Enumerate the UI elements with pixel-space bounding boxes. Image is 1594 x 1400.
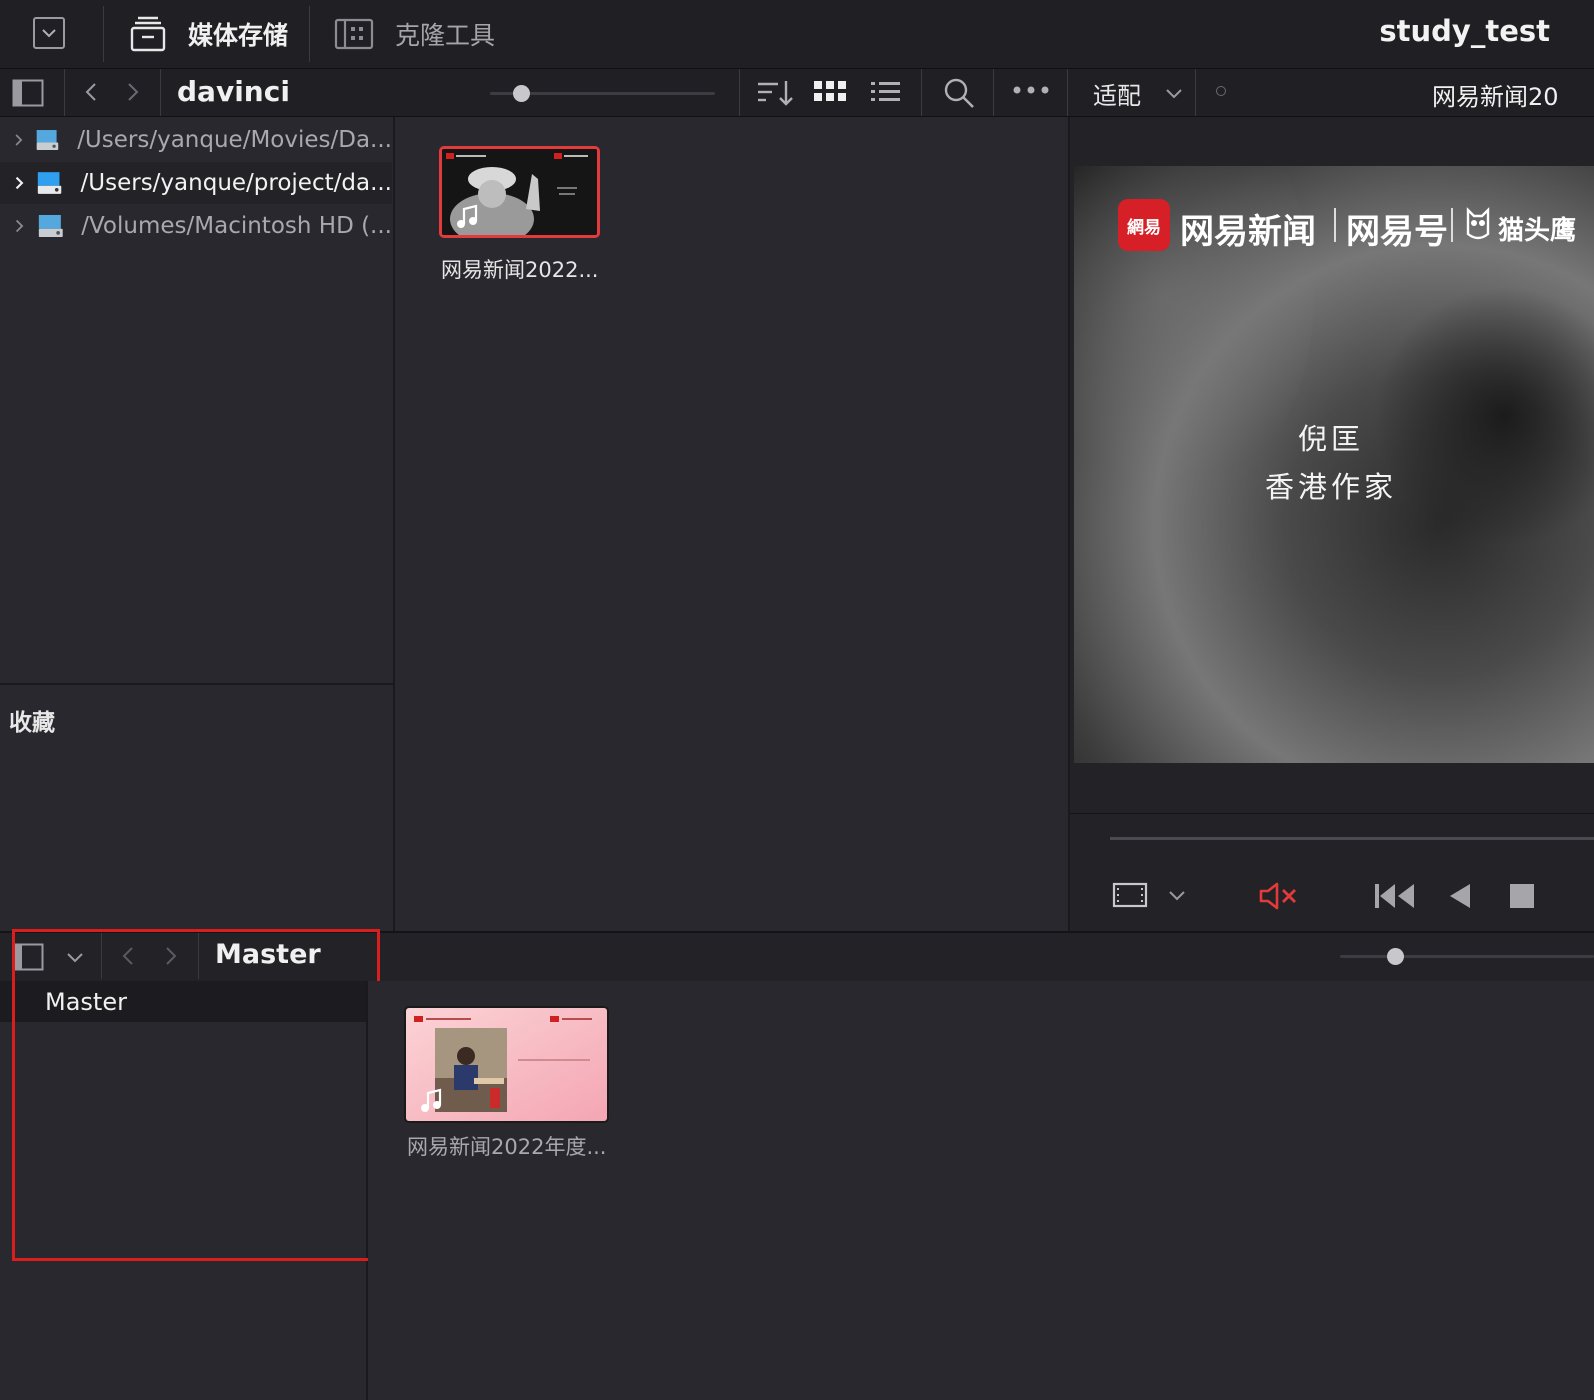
location-item[interactable]: /Volumes/Macintosh HD (... <box>0 205 392 247</box>
more-options-button[interactable] <box>1011 83 1051 97</box>
audio-note-icon <box>457 204 478 228</box>
media-clip-name: 网易新闻2022... <box>441 258 599 282</box>
highlight-box <box>12 929 380 1261</box>
media-storage-tab[interactable]: 媒体存储 <box>128 14 288 54</box>
viewer-scrubber[interactable] <box>1110 837 1594 840</box>
pool-thumbnail-size-slider[interactable] <box>1340 947 1594 965</box>
location-item[interactable]: /Users/yanque/Movies/Da... <box>0 119 392 161</box>
location-path: /Volumes/Macintosh HD (... <box>81 213 392 239</box>
clip-mode-dropdown[interactable] <box>1112 881 1190 909</box>
chevron-left-icon <box>85 83 96 101</box>
nav-forward-button[interactable] <box>122 79 144 105</box>
top-bar: 媒体存储 克隆工具 study_test <box>0 0 1594 69</box>
favorites-heading: 收藏 <box>9 710 55 736</box>
fit-zoom-dropdown[interactable]: 适配 <box>1093 75 1187 111</box>
chevron-right-icon[interactable] <box>12 130 25 150</box>
skip-to-start-icon <box>1375 884 1414 908</box>
slider-knob[interactable] <box>513 85 530 102</box>
list-view-icon <box>871 82 900 101</box>
pool-clip-thumbnail[interactable] <box>404 1006 609 1123</box>
owl-logo-text: 猫头鹰 <box>1498 216 1577 246</box>
sort-icon <box>758 81 793 106</box>
status-dot <box>1216 86 1226 96</box>
play-reverse-icon <box>1450 884 1470 908</box>
stop-button[interactable] <box>1508 883 1536 909</box>
media-pool-clips: 网易新闻2022年度... <box>368 981 1594 1400</box>
subtitle-name: 倪匡 <box>1297 422 1364 456</box>
chevron-down-icon <box>1166 89 1182 99</box>
workspace-dropdown-button[interactable] <box>33 17 65 49</box>
media-storage-label: 媒体存储 <box>188 21 289 50</box>
nav-back-button[interactable] <box>80 79 102 105</box>
list-view-button[interactable] <box>870 79 902 105</box>
mute-button[interactable] <box>1258 881 1300 911</box>
viewer-clip-title: 网易新闻20 <box>1432 83 1559 111</box>
browser-toolbar: davinci 适配 网易新闻20 <box>0 69 1594 117</box>
news-logo-text: 网易新闻 <box>1180 212 1316 252</box>
more-icon <box>1013 86 1049 94</box>
media-clip-thumbnail[interactable] <box>439 146 600 238</box>
viewer-panel: 網易 网易新闻 网易号 猫头鹰 倪匡 香港作家 <box>1068 117 1594 931</box>
location-path: /Users/yanque/project/da... <box>80 170 392 196</box>
thumbnail-size-slider[interactable] <box>490 84 715 102</box>
muted-speaker-icon <box>1259 882 1296 910</box>
stop-icon <box>1510 884 1534 908</box>
news-logo-badge: 網易 <box>1118 199 1170 251</box>
drive-icon <box>38 172 62 194</box>
chevron-right-icon <box>128 83 139 101</box>
location-item[interactable]: /Users/yanque/project/da... <box>0 162 392 204</box>
news-hao-text: 网易号 <box>1346 212 1448 252</box>
audio-note-icon <box>421 1088 442 1112</box>
sort-button[interactable] <box>756 78 794 108</box>
sidebar-toggle-icon <box>12 79 44 107</box>
chevron-down-icon <box>42 29 56 38</box>
fit-zoom-label: 适配 <box>1093 81 1141 110</box>
drive-icon <box>36 130 59 150</box>
subtitle-title: 香港作家 <box>1264 470 1397 504</box>
search-button[interactable] <box>942 76 976 110</box>
go-to-start-button[interactable] <box>1374 883 1416 909</box>
toggle-sidebar-button[interactable] <box>12 79 44 107</box>
play-reverse-button[interactable] <box>1448 883 1472 909</box>
clone-tool-tab[interactable]: 克隆工具 <box>333 14 495 54</box>
owl-icon <box>1466 207 1490 240</box>
media-storage-icon <box>130 16 166 52</box>
chevron-right-icon[interactable] <box>12 173 26 193</box>
pool-clip-name: 网易新闻2022年度... <box>407 1135 607 1159</box>
subtitle-block: 倪匡 香港作家 <box>1246 416 1416 506</box>
locations-panel: /Users/yanque/Movies/Da... /Users/yanque… <box>0 117 395 931</box>
search-icon <box>944 78 974 108</box>
slider-knob[interactable] <box>1387 948 1404 965</box>
media-browser: 网易新闻2022... <box>396 117 1067 931</box>
drive-icon <box>38 214 63 238</box>
clone-tool-label: 克隆工具 <box>395 21 496 50</box>
chevron-right-icon[interactable] <box>12 216 27 236</box>
clone-tool-icon <box>334 18 374 50</box>
location-path: /Users/yanque/Movies/Da... <box>77 127 392 153</box>
grid-view-icon <box>814 81 846 101</box>
current-folder-title: davinci <box>177 75 290 108</box>
viewer-frame: 網易 网易新闻 网易号 猫头鹰 倪匡 香港作家 <box>1074 166 1594 763</box>
chevron-down-icon <box>1169 891 1185 901</box>
project-name: study_test <box>1379 14 1550 48</box>
film-frame-icon <box>1112 882 1148 908</box>
grid-view-button[interactable] <box>813 79 847 105</box>
